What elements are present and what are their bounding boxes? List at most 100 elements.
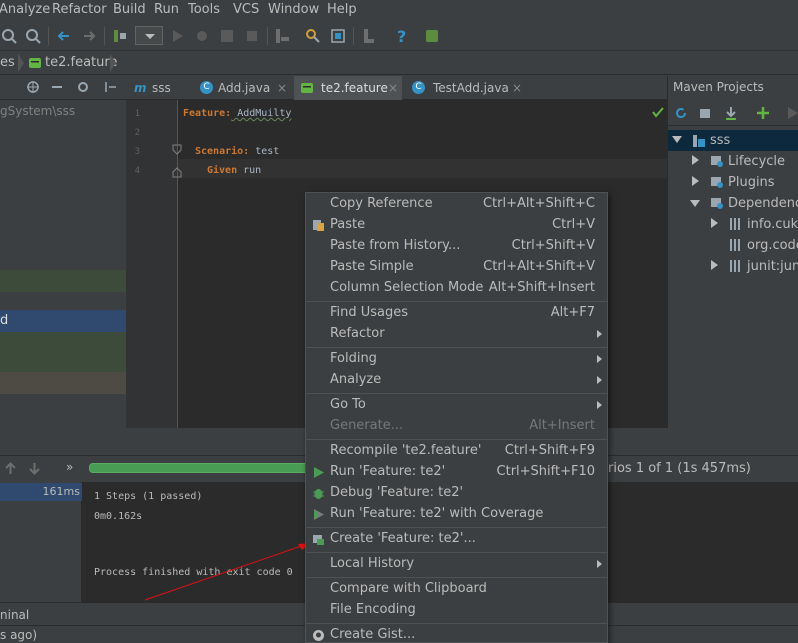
menu-item-paste-simple[interactable]: Paste Simple Ctrl+Alt+Shift+V: [306, 257, 607, 278]
gear-icon[interactable]: [76, 80, 90, 94]
menu-item-paste-from-history[interactable]: Paste from History... Ctrl+Shift+V: [306, 236, 607, 257]
run-config-dropdown[interactable]: [135, 26, 163, 45]
menu-item-run-with-coverage[interactable]: Run 'Feature: te2' with Coverage: [306, 504, 607, 525]
help-icon[interactable]: ?: [392, 27, 410, 45]
download-icon[interactable]: [724, 106, 738, 120]
menu-analyze[interactable]: Analyze: [0, 2, 50, 17]
menu-run[interactable]: Run: [154, 2, 179, 17]
maven-tree-dependencies[interactable]: Dependencies: [728, 196, 798, 211]
menu-item-find-usages[interactable]: Find Usages Alt+F7: [306, 303, 607, 324]
hide-panel-icon[interactable]: [104, 80, 118, 94]
library-icon: [730, 239, 740, 251]
terminal-tab[interactable]: ninal: [0, 608, 29, 622]
collapse-arrow-icon[interactable]: [692, 176, 699, 186]
menu-item-paste[interactable]: Paste Ctrl+V: [306, 215, 607, 236]
line-number: 3: [134, 147, 140, 157]
maven-tree-junit[interactable]: junit:junit: [747, 259, 798, 274]
scroll-from-source-icon[interactable]: [26, 80, 40, 94]
menu-item-compare-with-clipboard[interactable]: Compare with Clipboard: [306, 579, 607, 600]
tab-te2-feature[interactable]: te2.feature ×: [294, 76, 402, 100]
menu-item-folding[interactable]: Folding: [306, 349, 607, 370]
project-panel: d: [0, 76, 126, 428]
vcs-icon[interactable]: [360, 27, 378, 45]
collapse-arrow-icon[interactable]: [692, 155, 699, 165]
back-arrow-icon[interactable]: [55, 27, 73, 45]
menu-item-create-feature[interactable]: Create 'Feature: te2'...: [306, 529, 607, 550]
sdk-icon[interactable]: [329, 27, 347, 45]
check-mark-icon: [652, 107, 664, 118]
close-icon[interactable]: ×: [388, 76, 398, 100]
maven-row-selected[interactable]: [668, 130, 798, 151]
menu-help[interactable]: Help: [327, 2, 357, 17]
submenu-arrow-icon: [597, 355, 602, 363]
breadcrumb-file[interactable]: te2.feature: [45, 55, 117, 70]
breadcrumb-parent[interactable]: es: [0, 55, 15, 70]
project-structure-icon[interactable]: [273, 27, 291, 45]
menu-item-column-selection-mode[interactable]: Column Selection Mode Alt+Shift+Insert: [306, 278, 607, 299]
tab-testadd-java[interactable]: C TestAdd.java ×: [406, 76, 528, 100]
test-row-selected[interactable]: 161ms: [0, 483, 82, 501]
menu-item-generate[interactable]: Generate... Alt+Insert: [306, 416, 607, 437]
close-icon[interactable]: ×: [512, 76, 522, 100]
collapse-arrow-icon[interactable]: [711, 218, 718, 228]
menu-item-refactor[interactable]: Refactor: [306, 324, 607, 345]
menu-tools[interactable]: Tools: [188, 2, 220, 17]
menu-item-analyze[interactable]: Analyze: [306, 370, 607, 391]
menu-item-debug-feature[interactable]: Debug 'Feature: te2': [306, 483, 607, 504]
settings-icon[interactable]: [304, 27, 322, 45]
refresh-icon[interactable]: [674, 106, 688, 120]
code-line-1: Feature: AddMuilty: [183, 108, 292, 119]
cucumber-file-icon: [29, 58, 41, 68]
expand-arrow-icon[interactable]: [690, 200, 700, 207]
collapse-arrow-icon[interactable]: [711, 260, 718, 270]
build-project-icon[interactable]: [111, 27, 129, 45]
collapse-all-icon[interactable]: [50, 80, 64, 94]
menu-item-recompile[interactable]: Recompile 'te2.feature' Ctrl+Shift+F9: [306, 441, 607, 462]
expand-arrow-icon[interactable]: [672, 136, 682, 143]
tab-add-java[interactable]: C Add.java ×: [194, 76, 292, 100]
menu-item-run-feature[interactable]: Run 'Feature: te2' Ctrl+Shift+F10: [306, 462, 607, 483]
down-arrow-icon[interactable]: [28, 462, 41, 475]
project-row-selected[interactable]: d: [0, 310, 126, 332]
add-icon[interactable]: [756, 106, 770, 120]
up-arrow-icon[interactable]: [4, 462, 17, 475]
run-maven-icon[interactable]: [785, 106, 798, 120]
menu-item-copy-reference[interactable]: Copy Reference Ctrl+Alt+Shift+C: [306, 194, 607, 215]
debug-icon[interactable]: [193, 27, 211, 45]
menu-item-go-to[interactable]: Go To: [306, 395, 607, 416]
menu-window[interactable]: Window: [268, 2, 319, 17]
menu-build[interactable]: Build: [113, 2, 146, 17]
forward-arrow-icon[interactable]: [80, 27, 98, 45]
maven-tree-lifecycle[interactable]: Lifecycle: [728, 154, 785, 169]
generate-sources-icon[interactable]: [699, 106, 713, 120]
menu-item-create-gist[interactable]: Create Gist...: [306, 625, 607, 643]
maven-tree-info-cuke[interactable]: info.cuke: [747, 217, 798, 232]
paste-icon: [313, 220, 324, 231]
breadcrumb-separator: [18, 54, 24, 72]
maven-tree-sss[interactable]: sss: [710, 133, 730, 148]
menu-vcs[interactable]: VCS: [233, 2, 259, 17]
find-icon[interactable]: [0, 27, 18, 45]
menu-refactor[interactable]: Refactor: [52, 2, 107, 17]
fold-marker-icon[interactable]: [172, 144, 182, 178]
chevron-down-icon: [145, 34, 155, 39]
run-icon[interactable]: [168, 27, 186, 45]
cucumber-icon: [301, 83, 313, 93]
maven-tree-org-code[interactable]: org.code: [747, 238, 798, 253]
annotation-arrow: [144, 542, 311, 601]
line-number: 1: [134, 109, 140, 119]
menu-item-local-history[interactable]: Local History: [306, 554, 607, 575]
stop-icon[interactable]: [243, 27, 261, 45]
coverage-icon[interactable]: [218, 27, 236, 45]
menu-item-file-encoding[interactable]: File Encoding: [306, 600, 607, 621]
menu-bar: Analyze Refactor Build Run Tools VCS Win…: [0, 0, 798, 21]
console-line: 0m0.162s: [94, 511, 143, 522]
maven-tree-plugins[interactable]: Plugins: [728, 175, 775, 190]
debug-bug-icon: [313, 489, 324, 499]
cucumber-plugin-icon[interactable]: [423, 27, 441, 45]
maven-m-icon: m: [134, 81, 147, 95]
tab-sss[interactable]: m sss: [128, 76, 191, 100]
more-chevron-icon[interactable]: »: [66, 460, 73, 474]
replace-icon[interactable]: [24, 27, 42, 45]
close-icon[interactable]: ×: [277, 76, 287, 100]
